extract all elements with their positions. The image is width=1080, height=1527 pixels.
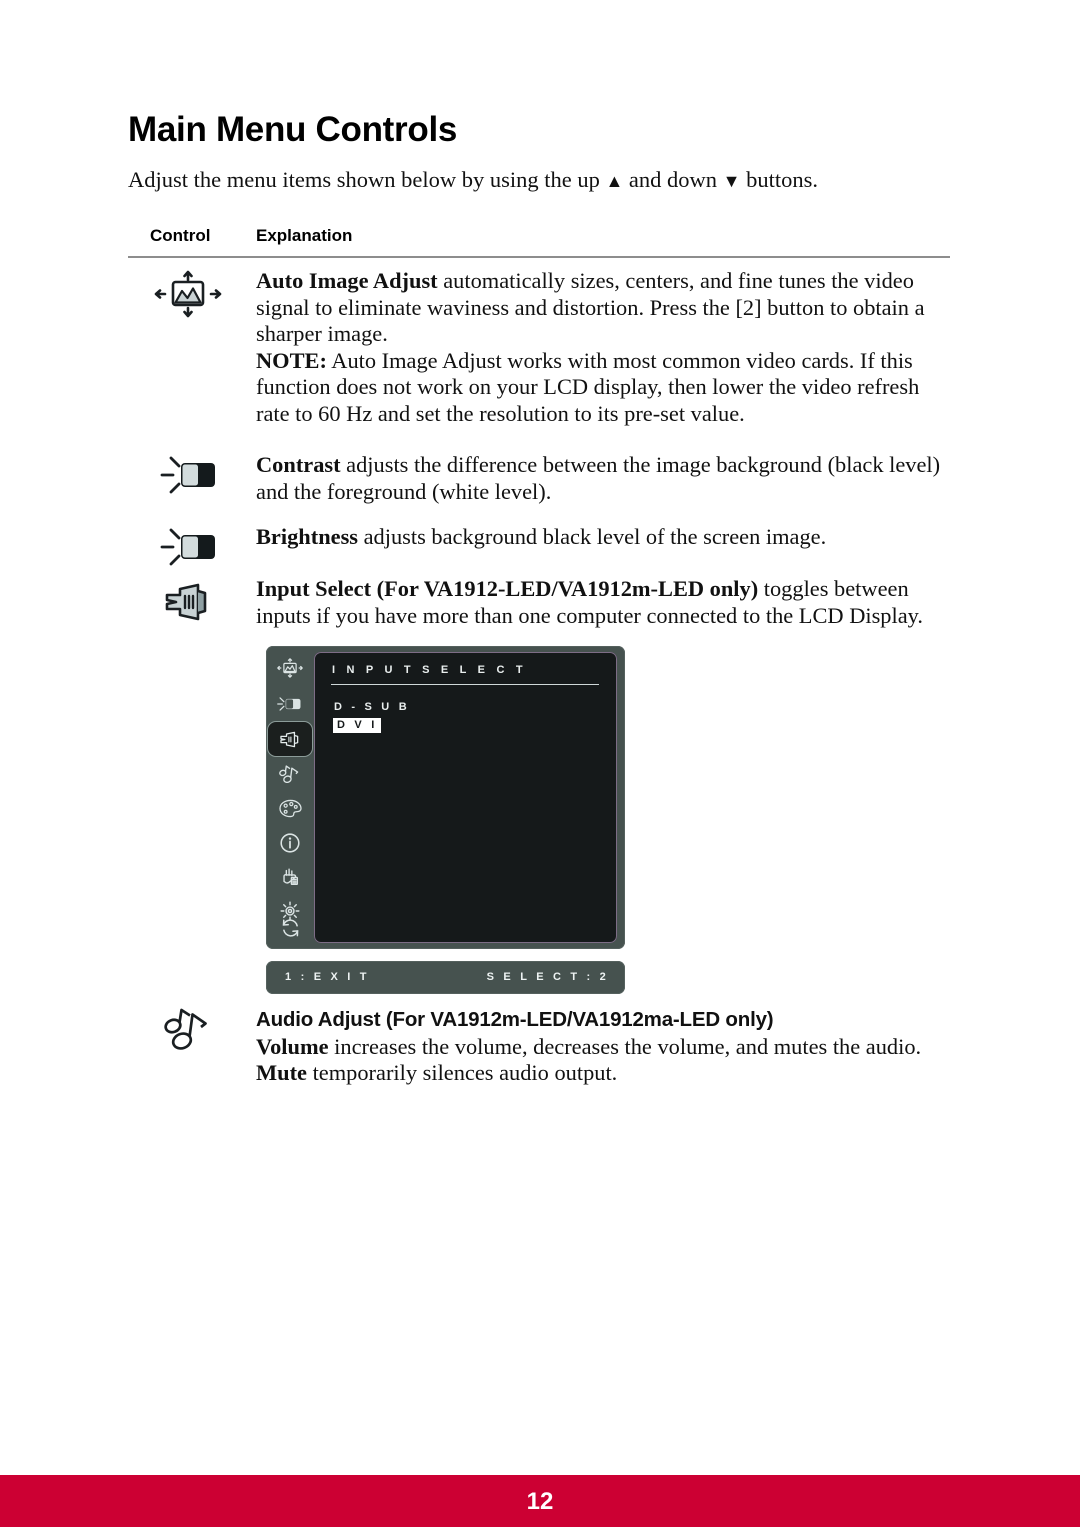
column-header-explanation: Explanation xyxy=(256,226,353,245)
brightness-description: Brightness adjusts background black leve… xyxy=(256,524,950,551)
osd-footer-bar: 1 : E X I T S E L E C T : 2 xyxy=(266,961,625,994)
note-label: NOTE: xyxy=(256,347,327,373)
osd-content-screen: I N P U T S E L E C T D - S U B D V I xyxy=(314,652,617,943)
osd-sidebar-item-input-select[interactable] xyxy=(268,722,312,756)
body-mute: temporarily silences audio output. xyxy=(306,1060,618,1086)
osd-exit-hint[interactable]: 1 : E X I T xyxy=(285,971,370,983)
intro-text-before: Adjust the menu items shown below by usi… xyxy=(128,167,606,192)
document-page: Main Menu Controls Adjust the menu items… xyxy=(0,0,1080,1527)
osd-option-dvi-selected[interactable]: D V I xyxy=(333,718,382,733)
input-select-icon xyxy=(152,576,236,632)
audio-adjust-description: Audio Adjust (For VA1912m-LED/VA1912ma-L… xyxy=(256,1006,950,1087)
osd-title-divider xyxy=(331,684,599,685)
auto-image-adjust-description: Auto Image Adjust automatically sizes, c… xyxy=(256,268,950,428)
intro-text-after: buttons. xyxy=(740,167,819,192)
column-header-control: Control xyxy=(150,226,211,245)
input-select-description: Input Select (For VA1912-LED/VA1912m-LED… xyxy=(256,576,950,629)
osd-title: I N P U T S E L E C T xyxy=(332,664,527,676)
body-brightness: adjusts background black level of the sc… xyxy=(358,524,827,549)
up-triangle-icon: ▲ xyxy=(605,171,624,191)
osd-sidebar-item-contrast-brightness[interactable] xyxy=(270,688,310,719)
osd-option-d-sub[interactable]: D - S U B xyxy=(334,701,410,713)
term-brightness: Brightness xyxy=(256,524,359,549)
table-header-row: Control Explanation xyxy=(128,226,950,256)
term-mute: Mute xyxy=(256,1060,307,1086)
intro-paragraph: Adjust the menu items shown below by usi… xyxy=(128,166,818,194)
note-body: Auto Image Adjust works with most common… xyxy=(256,347,920,426)
page-footer: 12 xyxy=(0,1475,1080,1527)
osd-mockup: I N P U T S E L E C T D - S U B D V I 1 … xyxy=(266,646,625,994)
osd-sidebar-item-auto-image-adjust[interactable] xyxy=(270,652,310,683)
intro-text-middle: and down xyxy=(623,167,723,192)
term-contrast: Contrast xyxy=(256,452,341,477)
term-volume: Volume xyxy=(256,1033,329,1059)
body-volume: increases the volume, decreases the volu… xyxy=(328,1033,922,1059)
heading-audio-adjust: Audio Adjust (For VA1912m-LED/VA1912ma-L… xyxy=(256,1008,774,1031)
osd-sidebar xyxy=(266,646,314,949)
header-divider xyxy=(128,256,950,258)
osd-sidebar-item-audio-adjust[interactable] xyxy=(270,759,310,790)
auto-image-adjust-icon xyxy=(152,268,236,324)
audio-adjust-icon xyxy=(152,1006,236,1062)
osd-select-hint[interactable]: S E L E C T : 2 xyxy=(487,971,609,983)
brightness-icon xyxy=(152,524,236,580)
osd-sidebar-item-information[interactable] xyxy=(270,827,310,858)
osd-panel: I N P U T S E L E C T D - S U B D V I xyxy=(266,646,625,949)
contrast-icon xyxy=(152,452,236,508)
contrast-description: Contrast adjusts the difference between … xyxy=(256,452,950,505)
page-title: Main Menu Controls xyxy=(128,110,458,149)
page-number: 12 xyxy=(526,1488,554,1515)
term-auto-image-adjust: Auto Image Adjust xyxy=(256,268,438,293)
down-triangle-icon: ▼ xyxy=(722,171,741,191)
osd-sidebar-item-manual-image-adjust[interactable] xyxy=(270,861,310,892)
term-input-select: Input Select (For VA1912-LED/VA1912m-LED… xyxy=(256,576,759,601)
osd-sidebar-item-color-adjust[interactable] xyxy=(270,793,310,824)
osd-sidebar-item-memory-recall[interactable] xyxy=(270,912,310,943)
body-contrast: adjusts the difference between the image… xyxy=(256,452,941,504)
